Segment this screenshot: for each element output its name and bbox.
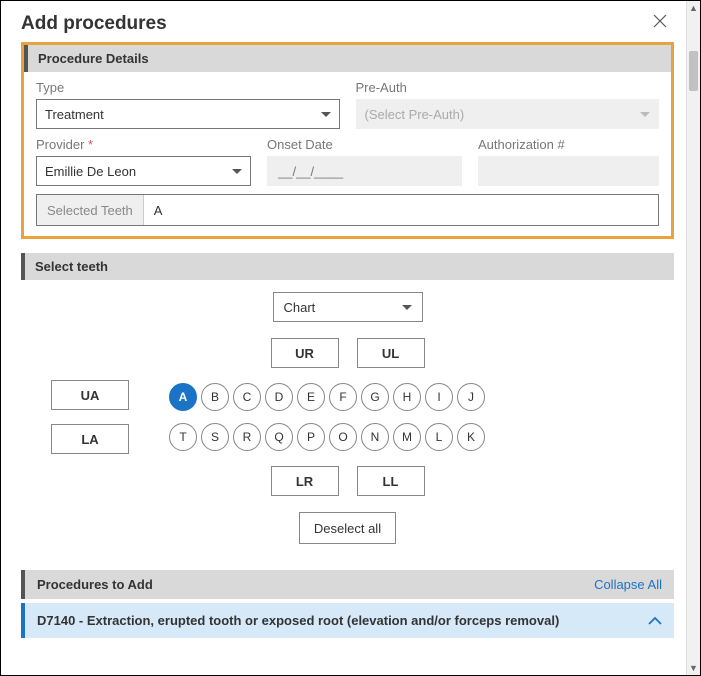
tooth-k[interactable]: K: [457, 423, 485, 451]
chevron-down-icon: [402, 305, 412, 310]
tooth-g[interactable]: G: [361, 383, 389, 411]
procedure-item[interactable]: D7140 - Extraction, erupted tooth or exp…: [21, 603, 674, 638]
authorization-label: Authorization #: [478, 137, 659, 152]
tooth-b[interactable]: B: [201, 383, 229, 411]
selected-teeth-row: Selected Teeth A: [36, 194, 659, 226]
preauth-label: Pre-Auth: [356, 80, 660, 95]
preauth-select: (Select Pre-Auth): [356, 99, 660, 129]
tooth-s[interactable]: S: [201, 423, 229, 451]
dialog-title: Add procedures: [21, 13, 167, 35]
close-icon[interactable]: [648, 11, 672, 36]
dialog-body: Add procedures Procedure Details Type Tr…: [1, 1, 686, 675]
scrollbar[interactable]: ▲ ▼: [686, 1, 700, 675]
authorization-input[interactable]: [478, 156, 659, 186]
tooth-c[interactable]: C: [233, 383, 261, 411]
tooth-q[interactable]: Q: [265, 423, 293, 451]
lower-quadrant-row: LR LL: [33, 466, 662, 496]
type-select[interactable]: Treatment: [36, 99, 340, 129]
teeth-area: Chart UR UL UA LA ABCDEFGHIJ TSRQPONMLK: [21, 292, 674, 544]
upper-quadrant-row: UR UL: [33, 338, 662, 368]
tooth-l[interactable]: L: [425, 423, 453, 451]
tooth-h[interactable]: H: [393, 383, 421, 411]
tooth-j[interactable]: J: [457, 383, 485, 411]
procedure-item-label: D7140 - Extraction, erupted tooth or exp…: [37, 613, 559, 628]
tooth-p[interactable]: P: [297, 423, 325, 451]
procedures-to-add-title: Procedures to Add: [37, 577, 153, 592]
tooth-f[interactable]: F: [329, 383, 357, 411]
authorization-field[interactable]: [487, 163, 650, 180]
tooth-t[interactable]: T: [169, 423, 197, 451]
tooth-o[interactable]: O: [329, 423, 357, 451]
tooth-r[interactable]: R: [233, 423, 261, 451]
chevron-up-icon[interactable]: [648, 616, 662, 626]
onset-date-input[interactable]: [267, 156, 462, 186]
type-label: Type: [36, 80, 340, 95]
quadrant-ul-button[interactable]: UL: [357, 338, 425, 368]
tooth-m[interactable]: M: [393, 423, 421, 451]
tooth-a[interactable]: A: [169, 383, 197, 411]
required-asterisk: *: [88, 137, 93, 152]
procedure-details-highlight: Procedure Details Type Treatment Pre-Aut…: [21, 42, 674, 239]
scroll-thumb[interactable]: [689, 51, 698, 91]
provider-label-text: Provider: [36, 137, 84, 152]
tooth-d[interactable]: D: [265, 383, 293, 411]
selected-teeth-label: Selected Teeth: [37, 195, 144, 225]
dialog-header: Add procedures: [1, 1, 686, 42]
quadrant-ll-button[interactable]: LL: [357, 466, 425, 496]
chevron-down-icon: [640, 112, 650, 117]
scroll-up-button[interactable]: ▲: [687, 1, 700, 15]
select-teeth-header: Select teeth: [21, 253, 674, 280]
deselect-all-button[interactable]: Deselect all: [299, 512, 396, 544]
scroll-down-button[interactable]: ▼: [687, 661, 700, 675]
onset-date-label: Onset Date: [267, 137, 462, 152]
select-teeth-section: Select teeth Chart UR UL UA LA ABCDEFGHI…: [21, 253, 674, 544]
quadrant-ur-button[interactable]: UR: [271, 338, 339, 368]
provider-select[interactable]: Emillie De Leon: [36, 156, 251, 186]
teeth-row-upper: ABCDEFGHIJ: [169, 383, 485, 411]
chart-type-select[interactable]: Chart: [273, 292, 423, 322]
procedure-details-header: Procedure Details: [24, 45, 671, 72]
quadrant-lr-button[interactable]: LR: [271, 466, 339, 496]
arch-la-button[interactable]: LA: [51, 424, 129, 454]
procedures-to-add-header: Procedures to Add Collapse All: [21, 570, 674, 599]
teeth-row-lower: TSRQPONMLK: [169, 423, 485, 451]
tooth-n[interactable]: N: [361, 423, 389, 451]
chevron-down-icon: [321, 112, 331, 117]
provider-label: Provider *: [36, 137, 251, 152]
preauth-placeholder: (Select Pre-Auth): [365, 107, 465, 122]
arch-column: UA LA: [51, 380, 129, 454]
arch-ua-button[interactable]: UA: [51, 380, 129, 410]
selected-teeth-value: A: [144, 195, 658, 225]
collapse-all-link[interactable]: Collapse All: [594, 577, 662, 592]
chevron-down-icon: [232, 169, 242, 174]
tooth-e[interactable]: E: [297, 383, 325, 411]
teeth-rows: ABCDEFGHIJ TSRQPONMLK: [169, 383, 485, 451]
provider-select-value: Emillie De Leon: [45, 164, 136, 179]
type-select-value: Treatment: [45, 107, 104, 122]
chart-type-value: Chart: [284, 300, 316, 315]
onset-date-field[interactable]: [276, 163, 453, 180]
procedure-details-form: Type Treatment Pre-Auth (Select Pre-Auth…: [24, 72, 671, 186]
tooth-i[interactable]: I: [425, 383, 453, 411]
teeth-grid: UA LA ABCDEFGHIJ TSRQPONMLK: [33, 380, 662, 454]
